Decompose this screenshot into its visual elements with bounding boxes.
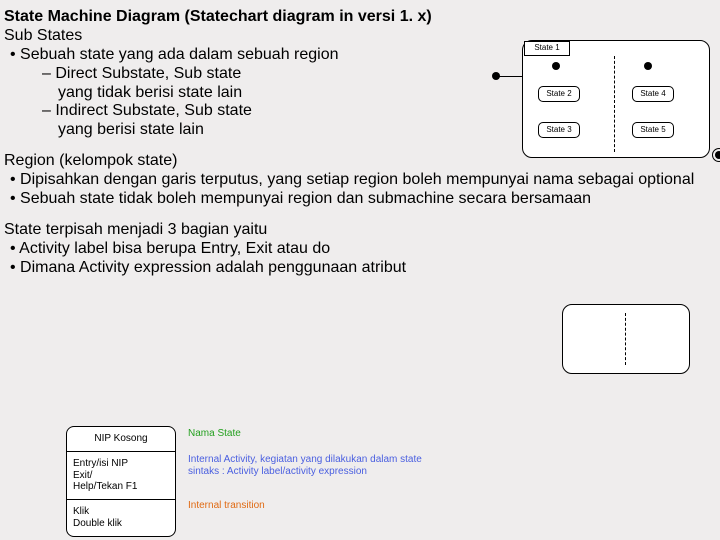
state-compartment: NIP Kosong Entry/isi NIP Exit/ Help/Teka… — [66, 426, 176, 537]
page-title: State Machine Diagram (Statechart diagra… — [4, 8, 710, 27]
region-box — [562, 304, 690, 374]
stateparts-heading: State terpisah menjadi 3 bagian yaitu — [4, 221, 710, 240]
bullet: Dipisahkan dengan garis terputus, yang s… — [4, 171, 710, 190]
state-tab: State 1 — [524, 41, 570, 56]
label-internal-activity-2: sintaks : Activity label/activity expres… — [188, 466, 367, 478]
label-internal-activity: Internal Activity, kegiatan yang dilakuk… — [188, 454, 422, 466]
comp-name: NIP Kosong — [67, 427, 175, 451]
stateparts-block: State terpisah menjadi 3 bagian yaitu Ac… — [4, 221, 710, 278]
slide: State Machine Diagram (Statechart diagra… — [0, 0, 720, 540]
state-box: State 4 — [632, 86, 674, 102]
arrow-icon — [496, 76, 522, 77]
comp-transition: Klik Double klik — [67, 499, 175, 536]
bullet: Dimana Activity expression adalah penggu… — [4, 259, 710, 278]
initial-state-icon — [552, 62, 560, 70]
bullet: Sebuah state tidak boleh mempunyai regio… — [4, 190, 710, 209]
label-internal-transition: Internal transition — [188, 500, 265, 512]
state-box: State 3 — [538, 122, 580, 138]
statechart-diagram: State 1 State 2 State 3 State 4 State 5 — [492, 36, 712, 166]
final-state-icon — [712, 148, 720, 162]
state-box: State 2 — [538, 86, 580, 102]
region-divider — [614, 56, 615, 152]
region-divider — [625, 313, 626, 365]
bullet: Activity label bisa berupa Entry, Exit a… — [4, 240, 710, 259]
comp-activity: Entry/isi NIP Exit/ Help/Tekan F1 — [67, 451, 175, 499]
state-box: State 5 — [632, 122, 674, 138]
label-nama-state: Nama State — [188, 428, 241, 440]
initial-state-icon — [644, 62, 652, 70]
